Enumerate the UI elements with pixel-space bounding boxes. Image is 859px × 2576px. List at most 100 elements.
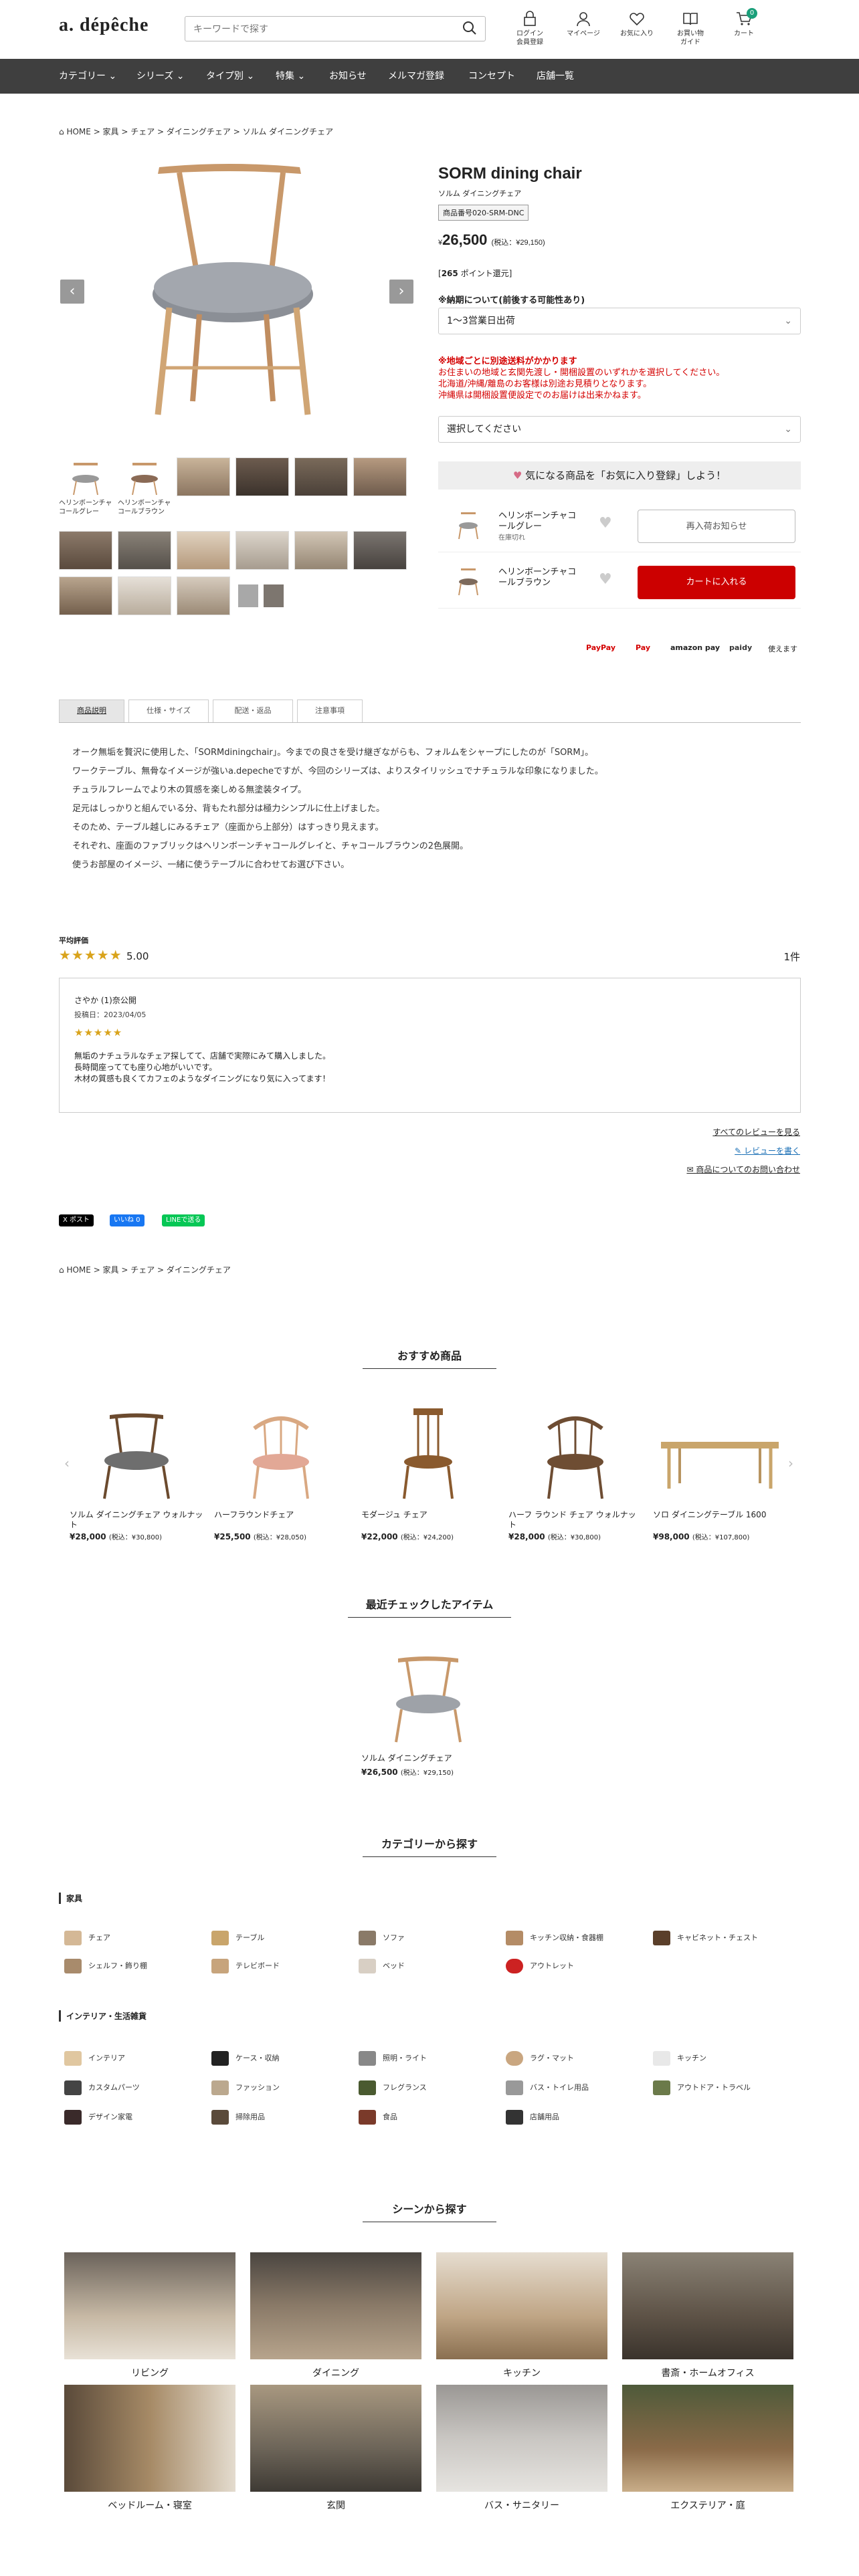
category-label: チェア [88,1933,110,1942]
tab-delivery[interactable]: 配送・返品 [213,700,293,722]
tab-description[interactable]: 商品説明 [59,700,124,722]
guide-link[interactable]: お買い物 ガイド [669,11,712,47]
recommended-item[interactable]: ソロ ダイニングテーブル 1600 ¥98,000 (税込：¥107,800) [653,1402,787,1541]
recommended-item[interactable]: ハーフ ラウンド チェア ウォルナット ¥28,000 (税込：¥30,800) [508,1402,642,1541]
thumb-gray[interactable] [59,457,112,496]
thumb-photo[interactable] [177,576,230,615]
category-cleaning[interactable]: 掃除用品 [211,2108,265,2127]
thumb-photo[interactable] [353,531,407,570]
inquiry-link[interactable]: ✉ 商品についてのお問い合わせ [686,1164,800,1175]
thumb-photo[interactable] [294,457,348,496]
search-icon[interactable] [462,20,479,37]
category-case[interactable]: ケース・収納 [211,2049,279,2068]
tab-spec[interactable]: 仕様・サイズ [128,700,209,722]
recommended-item[interactable]: モダージュ チェア ¥22,000 (税込：¥24,200) [361,1402,495,1541]
category-appliance[interactable]: デザイン家電 [64,2108,132,2127]
category-chair[interactable]: チェア [64,1929,110,1947]
nav-type[interactable]: タイプ別 ⌄ [206,59,254,94]
thumb-photo[interactable] [177,457,230,496]
category-table[interactable]: テーブル [211,1929,264,1947]
login-link[interactable]: ログイン 会員登録 [508,11,551,47]
thumb-photo[interactable] [59,576,112,615]
favorites-link[interactable]: お気に入り [615,11,658,38]
thumb-photo[interactable] [235,457,289,496]
mypage-link[interactable]: マイページ [562,11,605,38]
category-outlet[interactable]: アウトレット [506,1957,574,1975]
carousel-prev-icon[interactable]: ‹ [64,1455,70,1471]
scene-office[interactable]: 書斎・ホームオフィス [622,2252,793,2379]
nav-series[interactable]: シリーズ ⌄ [136,59,185,94]
x-post-button[interactable]: X ポスト [59,1214,94,1226]
facebook-like-button[interactable]: いいね 0 [110,1214,145,1226]
category-kitchen[interactable]: キッチン [653,2049,706,2068]
thumb-photo[interactable] [294,531,348,570]
recommended-item[interactable]: ソルム ダイニングチェア ウォルナット ¥28,000 (税込：¥30,800) [70,1402,203,1541]
nav-category[interactable]: カテゴリー ⌄ [59,59,116,94]
favorite-banner[interactable]: ♥ 気になる商品を「お気に入り登録」しよう！ [438,461,801,490]
cart-link[interactable]: 0 カート [723,8,765,38]
category-lighting[interactable]: 照明・ライト [359,2049,427,2068]
thumb-brown[interactable] [118,457,171,496]
gallery-next-button[interactable]: › [389,280,413,304]
category-food[interactable]: 食品 [359,2108,397,2127]
thumb-photo[interactable] [353,457,407,496]
all-reviews-link[interactable]: すべてのレビューを見る [712,1126,800,1138]
carousel-next-icon[interactable]: › [788,1455,793,1471]
restock-notify-button[interactable]: 再入荷お知らせ [638,510,795,543]
breadcrumb-home[interactable]: HOME [66,127,90,136]
thumb-photo[interactable] [118,531,171,570]
scene-bath[interactable]: バス・サニタリー [436,2385,607,2512]
search-input[interactable] [185,16,486,41]
delivery-select[interactable]: 1〜3営業日出荷 ⌄ [438,308,801,334]
scene-living[interactable]: リビング [64,2252,235,2379]
category-fragrance[interactable]: フレグランス [359,2078,427,2097]
shipping-option-select[interactable]: 選択してください ⌄ [438,416,801,443]
swatch-brown[interactable] [264,584,284,607]
nav-stores[interactable]: 店舗一覧 [537,59,574,94]
category-bath[interactable]: バス・トイレ用品 [506,2078,589,2097]
category-custom-parts[interactable]: カスタムパーツ [64,2078,140,2097]
scene-entrance[interactable]: 玄関 [250,2385,421,2512]
thumb-photo[interactable] [118,576,171,615]
favorite-heart-icon[interactable]: ♥ [599,515,612,532]
add-to-cart-button[interactable]: カートに入れる [638,566,795,599]
category-tvboard[interactable]: テレビボード [211,1957,280,1975]
desc-line: ワークテーブル、無骨なイメージが強いa.depecheですが、今回のシリーズは、… [72,766,603,776]
delivery-value: 1〜3営業日出荷 [447,316,515,326]
price-tax: (税込：¥29,150) [491,239,545,247]
category-interior[interactable]: インテリア [64,2049,125,2068]
recommended-item[interactable]: ハーフラウンドチェア ¥25,500 (税込：¥28,050) [214,1402,348,1541]
nav-news[interactable]: お知らせ [329,59,367,94]
tab-notes[interactable]: 注意事項 [297,700,363,722]
category-store-supplies[interactable]: 店舗用品 [506,2108,559,2127]
breadcrumb-path[interactable]: > 家具 > チェア > ダイニングチェア [94,1265,231,1275]
thumb-photo[interactable] [177,531,230,570]
nav-concept[interactable]: コンセプト [468,59,515,94]
thumb-photo[interactable] [235,531,289,570]
favorite-heart-icon[interactable]: ♥ [599,571,612,588]
site-logo[interactable]: a. dépêche [59,15,149,36]
gallery-prev-button[interactable]: ‹ [60,280,84,304]
write-review-link[interactable]: ✎ レビューを書く [735,1145,800,1156]
nav-feature[interactable]: 特集 ⌄ [276,59,305,94]
category-kitchen-storage[interactable]: キッチン収納・食器棚 [506,1929,603,1947]
line-share-button[interactable]: LINEで送る [162,1214,205,1226]
category-bed[interactable]: ベッド [359,1957,405,1975]
recent-item[interactable]: ソルム ダイニングチェア ¥26,500 (税込：¥29,150) [361,1645,495,1777]
category-cabinet[interactable]: キャビネット・チェスト [653,1929,758,1947]
rec-price-tax: (税込：¥107,800) [692,1534,750,1541]
scene-bedroom[interactable]: ベッドルーム・寝室 [64,2385,235,2512]
category-fashion[interactable]: ファッション [211,2078,280,2097]
thumb-photo[interactable] [59,531,112,570]
breadcrumb-home[interactable]: HOME [66,1265,90,1275]
category-outdoor[interactable]: アウトドア・トラベル [653,2078,751,2097]
nav-newsletter[interactable]: メルマガ登録 [388,59,444,94]
breadcrumb-path[interactable]: > 家具 > チェア > ダイニングチェア > ソルム ダイニングチェア [94,127,334,136]
category-rug[interactable]: ラグ・マット [506,2049,574,2068]
swatch-gray[interactable] [238,584,258,607]
category-shelf[interactable]: シェルフ・飾り棚 [64,1957,147,1975]
scene-kitchen[interactable]: キッチン [436,2252,607,2379]
category-sofa[interactable]: ソファ [359,1929,405,1947]
scene-exterior[interactable]: エクステリア・庭 [622,2385,793,2512]
scene-dining[interactable]: ダイニング [250,2252,421,2379]
